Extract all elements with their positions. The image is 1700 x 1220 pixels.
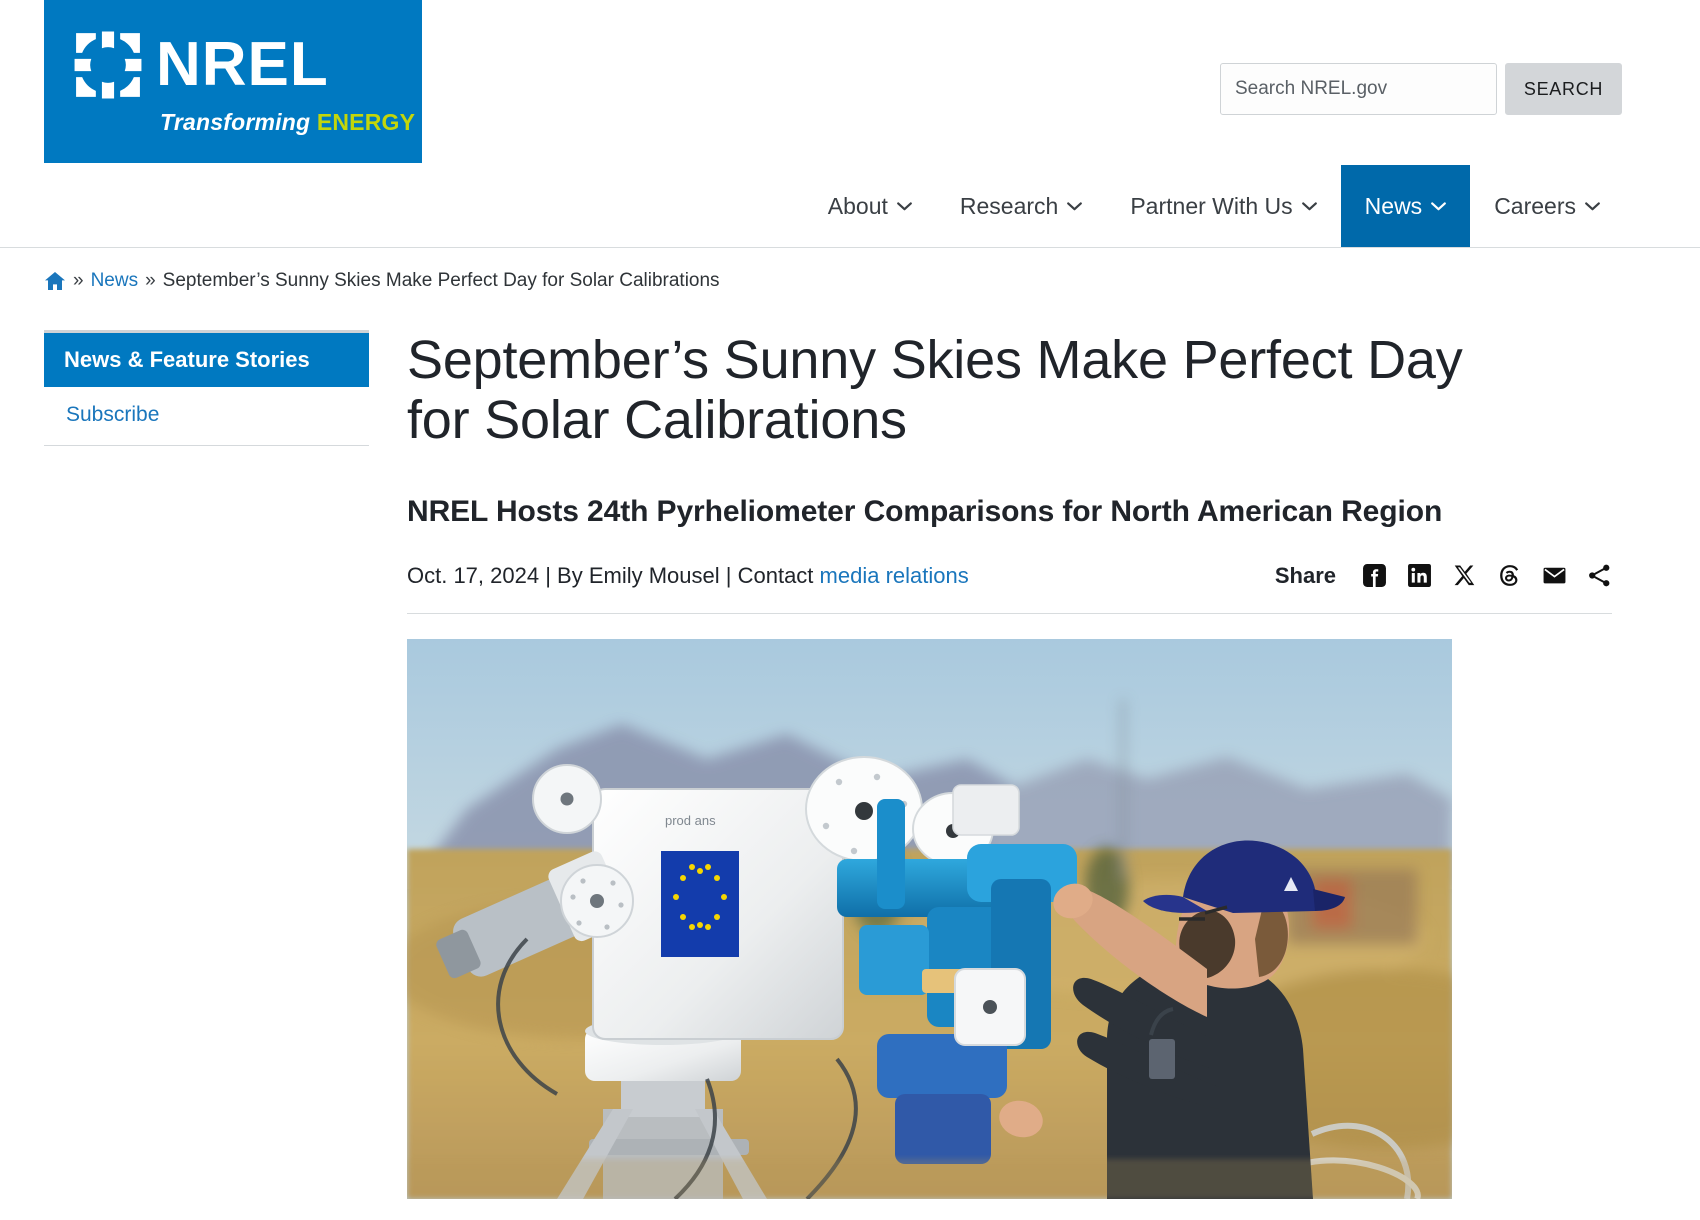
chevron-down-icon	[1067, 201, 1083, 210]
search-button[interactable]: SEARCH	[1505, 63, 1622, 115]
byline-author: By Emily Mousel	[557, 562, 720, 588]
byline-separator-1: |	[539, 562, 558, 588]
nav-item-research-label: Research	[959, 192, 1059, 219]
byline: Oct. 17, 2024 | By Emily Mousel | Contac…	[407, 563, 969, 589]
article-content: September’s Sunny Skies Make Perfect Day…	[369, 330, 1700, 1199]
facebook-icon[interactable]	[1362, 563, 1387, 588]
email-icon[interactable]	[1542, 563, 1567, 588]
share-label: Share	[1274, 562, 1336, 588]
nrel-emblem-icon	[70, 27, 146, 103]
nrel-news-article-page: NREL Transforming ENERGY SEARCH About Re…	[0, 0, 1700, 1220]
byline-date: Oct. 17, 2024	[407, 562, 540, 588]
nav-item-about-label: About	[827, 192, 888, 219]
share-bar: Share	[1275, 563, 1612, 589]
nrel-logo[interactable]: NREL Transforming ENERGY	[44, 0, 422, 163]
logo-row: NREL	[70, 27, 422, 103]
nav-item-careers-label: Careers	[1494, 192, 1576, 219]
breadcrumb-link-news[interactable]: News	[91, 270, 139, 292]
page-title: September’s Sunny Skies Make Perfect Day…	[407, 330, 1463, 451]
chevron-down-icon	[897, 201, 912, 210]
hero-photo: prod ans	[407, 638, 1452, 1199]
breadcrumb-current-page: September’s Sunny Skies Make Perfect Day…	[162, 270, 720, 291]
page-body: News & Feature Stories Subscribe Septemb…	[0, 292, 1700, 1199]
chevron-down-icon	[1301, 201, 1317, 210]
site-search: SEARCH	[1220, 63, 1622, 115]
linkedin-icon[interactable]	[1407, 563, 1432, 588]
breadcrumb-separator-2: »	[145, 270, 156, 291]
nav-item-careers[interactable]: Careers	[1470, 165, 1624, 247]
byline-contact-prefix: Contact	[737, 562, 820, 588]
home-icon[interactable]	[44, 271, 66, 291]
sidebar-item-subscribe[interactable]: Subscribe	[44, 387, 369, 446]
nav-item-partner-with-us-label: Partner With Us	[1130, 192, 1293, 219]
search-input[interactable]	[1220, 63, 1497, 115]
nav-item-about[interactable]: About	[804, 165, 936, 247]
hero-photo-illustration: prod ans	[407, 638, 1452, 1199]
main-navigation: About Research Partner With Us News Care…	[804, 165, 1624, 247]
share-network-icon[interactable]	[1587, 563, 1612, 588]
nav-item-news[interactable]: News	[1340, 165, 1471, 247]
logo-wordmark: NREL	[156, 30, 329, 100]
chevron-down-icon	[1431, 201, 1447, 210]
logo-tagline-energy: ENERGY	[316, 109, 416, 135]
breadcrumb: » News » September’s Sunny Skies Make Pe…	[0, 248, 1700, 292]
nav-item-research[interactable]: Research	[936, 165, 1106, 247]
site-header: NREL Transforming ENERGY SEARCH About Re…	[0, 0, 1700, 248]
byline-share-row: Oct. 17, 2024 | By Emily Mousel | Contac…	[407, 563, 1612, 614]
sidebar: News & Feature Stories Subscribe	[44, 330, 369, 1199]
chevron-down-icon	[1585, 201, 1600, 210]
byline-separator-2: |	[719, 562, 738, 588]
threads-icon[interactable]	[1497, 563, 1522, 588]
breadcrumb-separator-1: »	[73, 270, 84, 291]
x-twitter-icon[interactable]	[1452, 563, 1477, 588]
nav-item-partner-with-us[interactable]: Partner With Us	[1106, 165, 1340, 247]
logo-tagline: Transforming ENERGY	[70, 109, 422, 136]
nav-item-news-label: News	[1364, 192, 1423, 219]
svg-text:prod ans: prod ans	[665, 813, 716, 828]
media-relations-link[interactable]: media relations	[820, 563, 969, 588]
article-subheadline: NREL Hosts 24th Pyrheliometer Comparison…	[407, 494, 1443, 528]
logo-tagline-transforming: Transforming	[160, 109, 317, 135]
sidebar-item-news-feature-stories[interactable]: News & Feature Stories	[44, 330, 369, 387]
